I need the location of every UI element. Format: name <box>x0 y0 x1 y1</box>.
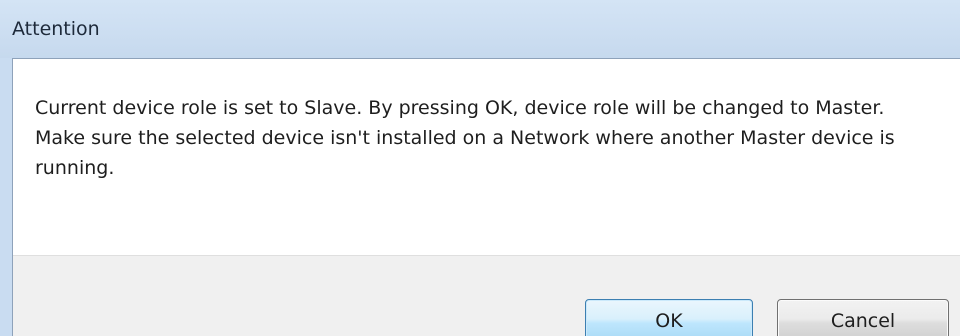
attention-dialog: Attention Current device role is set to … <box>0 0 960 336</box>
cancel-button[interactable]: Cancel <box>777 299 949 336</box>
dialog-title: Attention <box>12 18 100 40</box>
dialog-message: Current device role is set to Slave. By … <box>35 97 895 179</box>
button-bar: OK Cancel <box>13 255 960 336</box>
dialog-content: Current device role is set to Slave. By … <box>12 58 960 336</box>
ok-button[interactable]: OK <box>585 299 753 336</box>
title-bar[interactable]: Attention <box>0 0 960 58</box>
